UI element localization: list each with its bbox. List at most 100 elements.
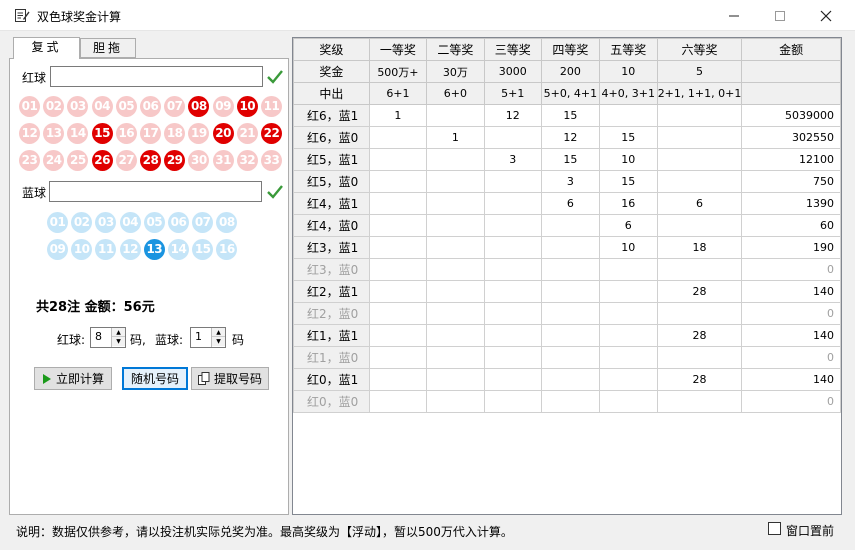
tab-dantuo[interactable]: 胆拖 <box>80 38 136 58</box>
left-pane: 复式 胆拖 红球 01 02 03 04 05 06 07 08 09 10 11 12 13 14 15 1… <box>9 37 289 515</box>
red-count-stepper[interactable]: 8 ▲ ▼ <box>90 327 126 348</box>
row-label: 红0，蓝1 <box>293 368 370 391</box>
red-ball-23[interactable]: 23 <box>19 150 40 171</box>
blue-ball-10[interactable]: 10 <box>71 239 93 260</box>
window-title: 双色球奖金计算 <box>37 10 122 24</box>
count-cell <box>483 170 542 193</box>
maximize-button[interactable] <box>757 0 803 31</box>
blue-ball-input[interactable] <box>49 181 262 202</box>
count-cell <box>426 302 485 325</box>
red-ball-07[interactable]: 07 <box>164 96 186 117</box>
table-header-row-cell: 三等奖 <box>483 38 542 61</box>
amount-cell: 302550 <box>741 126 841 149</box>
window-topmost-label[interactable]: 窗口置前 <box>786 522 834 539</box>
count-cell <box>656 346 743 369</box>
maximize-icon <box>775 10 785 21</box>
blue-ball-06[interactable]: 06 <box>168 212 189 233</box>
red-ball-03[interactable]: 03 <box>67 96 89 117</box>
blue-ball-15[interactable]: 15 <box>192 239 214 260</box>
red-ball-19[interactable]: 19 <box>188 123 210 144</box>
red-ball-08[interactable]: 08 <box>188 96 210 117</box>
count-cell <box>656 126 743 149</box>
blue-ball-09[interactable]: 09 <box>47 239 68 260</box>
random-numbers-button[interactable]: 随机号码 <box>122 367 188 390</box>
minimize-button[interactable] <box>711 0 757 31</box>
red-ball-30[interactable]: 30 <box>188 150 210 171</box>
red-ball-25[interactable]: 25 <box>67 150 89 171</box>
red-ball-28[interactable]: 28 <box>140 150 161 171</box>
red-ball-02[interactable]: 02 <box>43 96 65 117</box>
red-ball-27[interactable]: 27 <box>115 150 137 171</box>
blue-ball-12[interactable]: 12 <box>119 239 141 260</box>
red-ball-22[interactable]: 22 <box>261 123 282 144</box>
red-ball-04[interactable]: 04 <box>91 96 113 117</box>
blue-ball-05[interactable]: 05 <box>143 212 165 233</box>
blue-ball-02[interactable]: 02 <box>71 212 93 233</box>
amount-cell: 0 <box>741 346 841 369</box>
blue-valid-check-icon <box>267 185 283 199</box>
prize-amount-row-cell: 10 <box>598 60 658 83</box>
red-ball-26[interactable]: 26 <box>91 150 113 171</box>
count-cell: 1 <box>368 104 428 127</box>
winning-rule-row-cell: 中出 <box>293 82 370 105</box>
count-cell <box>426 170 485 193</box>
amount-cell: 0 <box>741 390 841 413</box>
red-ball-06[interactable]: 06 <box>140 96 161 117</box>
count-cell <box>483 214 542 237</box>
blue-ball-03[interactable]: 03 <box>95 212 117 233</box>
red-ball-24[interactable]: 24 <box>43 150 65 171</box>
red-ball-32[interactable]: 32 <box>236 150 258 171</box>
close-button[interactable] <box>803 0 849 31</box>
blue-ball-04[interactable]: 04 <box>119 212 141 233</box>
prize-amount-row-cell: 5 <box>656 60 743 83</box>
blue-count-down-icon[interactable]: ▼ <box>212 337 225 346</box>
disclaimer-text: 说明：数据仅供参考，请以投注机实际兑奖为准。最高奖级为【浮动】，暂以500万代入… <box>16 525 513 539</box>
count-cell <box>483 258 542 281</box>
red-ball-10[interactable]: 10 <box>236 96 258 117</box>
red-ball-33[interactable]: 33 <box>261 150 282 171</box>
row-label: 红1，蓝0 <box>293 346 370 369</box>
blue-ball-07[interactable]: 07 <box>192 212 214 233</box>
red-count-down-icon[interactable]: ▼ <box>112 337 125 346</box>
red-ball-05[interactable]: 05 <box>115 96 137 117</box>
red-ball-01[interactable]: 01 <box>19 96 40 117</box>
blue-count-stepper[interactable]: 1 ▲ ▼ <box>190 327 226 348</box>
red-ball-14[interactable]: 14 <box>67 123 89 144</box>
blue-ball-08[interactable]: 08 <box>216 212 238 233</box>
count-cell <box>368 170 428 193</box>
red-ball-21[interactable]: 21 <box>236 123 258 144</box>
red-ball-17[interactable]: 17 <box>140 123 161 144</box>
blue-ball-label: 蓝球 <box>22 186 47 200</box>
count-cell <box>483 346 542 369</box>
count-cell <box>368 126 428 149</box>
red-ball-16[interactable]: 16 <box>115 123 137 144</box>
window-topmost-checkbox[interactable] <box>768 522 781 535</box>
red-ball-11[interactable]: 11 <box>261 96 282 117</box>
blue-ball-14[interactable]: 14 <box>168 239 189 260</box>
count-cell: 15 <box>598 170 658 193</box>
blue-ball-13[interactable]: 13 <box>143 239 165 260</box>
count-cell <box>598 368 658 391</box>
red-ball-20[interactable]: 20 <box>212 123 234 144</box>
red-ball-15[interactable]: 15 <box>91 123 113 144</box>
extract-numbers-button[interactable]: 提取号码 <box>191 367 269 390</box>
red-ball-09[interactable]: 09 <box>212 96 234 117</box>
amount-cell: 750 <box>741 170 841 193</box>
count-cell <box>368 258 428 281</box>
blue-ball-11[interactable]: 11 <box>95 239 117 260</box>
table-header-row-cell: 金额 <box>741 38 841 61</box>
tab-fushi[interactable]: 复式 <box>13 37 80 59</box>
red-ball-29[interactable]: 29 <box>164 150 186 171</box>
red-count-up-icon[interactable]: ▲ <box>112 328 125 337</box>
blue-count-up-icon[interactable]: ▲ <box>212 328 225 337</box>
red-ball-18[interactable]: 18 <box>164 123 186 144</box>
red-ball-input[interactable] <box>50 66 263 87</box>
app-notepad-icon <box>14 7 30 23</box>
red-ball-31[interactable]: 31 <box>212 150 234 171</box>
row-label: 红0，蓝0 <box>293 390 370 413</box>
calculate-button[interactable]: 立即计算 <box>34 367 112 390</box>
blue-ball-01[interactable]: 01 <box>47 212 68 233</box>
red-ball-13[interactable]: 13 <box>43 123 65 144</box>
blue-ball-16[interactable]: 16 <box>216 239 238 260</box>
red-ball-12[interactable]: 12 <box>19 123 40 144</box>
